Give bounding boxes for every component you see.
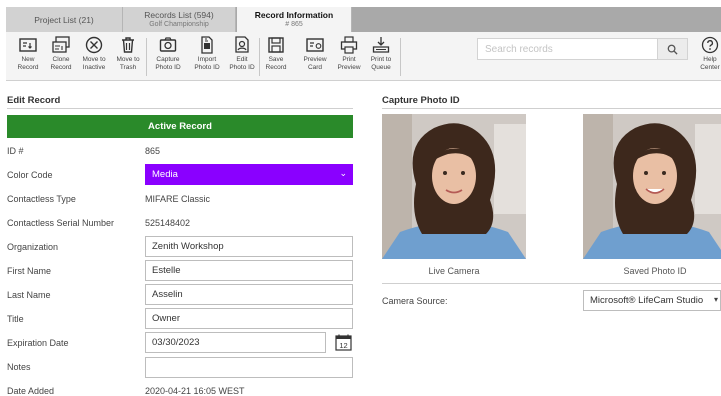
tab-subtitle: Golf Championship bbox=[149, 21, 209, 28]
move-to-trash-button[interactable]: Move to Trash bbox=[113, 35, 143, 79]
camera-source-select[interactable]: Microsoft® LifeCam Studio ▾ bbox=[583, 290, 721, 311]
print-preview-button[interactable]: Print Preview bbox=[334, 35, 364, 79]
tab-title: Project List (21) bbox=[34, 14, 94, 25]
camera-source-label: Camera Source: bbox=[382, 296, 448, 306]
search-icon bbox=[667, 44, 678, 55]
tab-title: Records List (594) bbox=[144, 10, 214, 20]
print-queue-icon bbox=[372, 37, 390, 53]
preview-card-button[interactable]: Preview Card bbox=[300, 35, 330, 79]
preview-card-label: Preview Card bbox=[303, 56, 327, 71]
edit-photo-id-button[interactable]: Edit Photo ID bbox=[227, 35, 257, 79]
color-code-value: Media bbox=[152, 169, 178, 180]
expiration-date-field[interactable] bbox=[145, 332, 326, 353]
print-preview-icon bbox=[340, 36, 358, 54]
clone-record-icon bbox=[52, 36, 70, 53]
capture-photo-id-label: Capture Photo ID bbox=[155, 56, 181, 71]
first-name-field[interactable] bbox=[145, 260, 353, 281]
move-to-inactive-button[interactable]: Move to Inactive bbox=[79, 35, 109, 79]
section-divider bbox=[382, 108, 721, 109]
move-to-inactive-label: Move to Inactive bbox=[82, 56, 106, 71]
search-button[interactable] bbox=[657, 39, 687, 59]
field-label-expiration-date: Expiration Date bbox=[7, 338, 69, 348]
tab-records-list[interactable]: Records List (594) Golf Championship bbox=[123, 7, 236, 32]
calendar-button[interactable]: 12 bbox=[335, 333, 352, 351]
organization-field[interactable] bbox=[145, 236, 353, 257]
capture-photo-id-title: Capture Photo ID bbox=[382, 95, 460, 106]
tab-record-information[interactable]: Record Information # 865 bbox=[237, 7, 352, 32]
field-label-color-code: Color Code bbox=[7, 170, 53, 180]
camera-icon bbox=[159, 37, 177, 52]
notes-field[interactable] bbox=[145, 357, 353, 378]
print-to-queue-button[interactable]: Print to Queue bbox=[366, 35, 396, 79]
calendar-icon: 12 bbox=[335, 334, 352, 351]
contactless-serial-value: 525148402 bbox=[145, 218, 191, 228]
field-label-last-name: Last Name bbox=[7, 290, 51, 300]
calendar-day: 12 bbox=[339, 341, 347, 350]
color-code-select[interactable]: Media ⌄ bbox=[145, 164, 353, 185]
status-banner: Active Record bbox=[7, 115, 353, 138]
help-icon bbox=[701, 36, 719, 54]
search-box bbox=[477, 38, 688, 60]
edit-photo-icon bbox=[235, 36, 249, 53]
trash-icon bbox=[122, 37, 134, 53]
save-record-button[interactable]: Save Record bbox=[261, 35, 291, 79]
new-record-button[interactable]: New Record bbox=[13, 35, 43, 79]
field-label-contactless-type: Contactless Type bbox=[7, 194, 76, 204]
toolbar-divider bbox=[259, 38, 260, 76]
new-record-icon bbox=[19, 38, 37, 52]
field-label-first-name: First Name bbox=[7, 266, 52, 276]
move-to-trash-label: Move to Trash bbox=[116, 56, 140, 71]
section-divider bbox=[7, 108, 353, 109]
clone-record-label: Clone Record bbox=[50, 56, 72, 71]
camera-source-value: Microsoft® LifeCam Studio bbox=[590, 295, 704, 306]
field-label-id: ID # bbox=[7, 146, 24, 156]
chevron-down-icon: ▾ bbox=[713, 295, 718, 304]
saved-photo-id-label: Saved Photo ID bbox=[623, 266, 687, 276]
new-record-label: New Record bbox=[17, 56, 39, 71]
edit-photo-id-label: Edit Photo ID bbox=[229, 56, 255, 71]
live-camera-label: Live Camera bbox=[428, 266, 480, 276]
chevron-down-icon: ⌄ bbox=[339, 168, 347, 178]
clone-record-button[interactable]: Clone Record bbox=[46, 35, 76, 79]
tab-title: Record Information bbox=[254, 10, 334, 20]
title-field[interactable] bbox=[145, 308, 353, 329]
contactless-type-value: MIFARE Classic bbox=[145, 194, 211, 204]
preview-card-icon bbox=[306, 38, 324, 52]
import-photo-icon bbox=[201, 36, 213, 54]
last-name-field[interactable] bbox=[145, 284, 353, 305]
saved-photo-id-image bbox=[583, 114, 721, 259]
tab-project-list[interactable]: Project List (21) bbox=[6, 7, 123, 32]
toolbar-divider bbox=[400, 38, 401, 76]
field-label-contactless-serial: Contactless Serial Number bbox=[7, 218, 115, 228]
help-center-label: Help Center bbox=[700, 56, 720, 71]
save-icon bbox=[268, 37, 284, 53]
help-center-button[interactable]: Help Center bbox=[695, 35, 721, 79]
import-photo-id-button[interactable]: Import Photo ID bbox=[192, 35, 222, 79]
field-label-notes: Notes bbox=[7, 362, 31, 372]
capture-photo-id-button[interactable]: Capture Photo ID bbox=[153, 35, 183, 79]
move-inactive-icon bbox=[85, 36, 103, 54]
search-input[interactable] bbox=[478, 39, 656, 59]
field-label-organization: Organization bbox=[7, 242, 59, 252]
toolbar-divider bbox=[146, 38, 147, 76]
print-to-queue-label: Print to Queue bbox=[370, 56, 392, 71]
edit-record-title: Edit Record bbox=[7, 95, 61, 106]
toolbar: New Record Clone Record Move to Inactive… bbox=[6, 32, 721, 81]
live-camera-image bbox=[382, 114, 526, 259]
print-preview-label: Print Preview bbox=[337, 56, 361, 71]
date-added-value: 2020-04-21 16:05 WEST bbox=[145, 386, 245, 396]
tab-subtitle: # 865 bbox=[285, 21, 303, 28]
section-divider bbox=[382, 283, 721, 284]
record-id-value: 865 bbox=[145, 146, 161, 156]
field-label-date-added: Date Added bbox=[7, 386, 55, 396]
field-label-title: Title bbox=[7, 314, 24, 324]
import-photo-id-label: Import Photo ID bbox=[194, 56, 220, 71]
tab-bar: Project List (21) Records List (594) Gol… bbox=[0, 0, 721, 32]
save-record-label: Save Record bbox=[265, 56, 287, 71]
